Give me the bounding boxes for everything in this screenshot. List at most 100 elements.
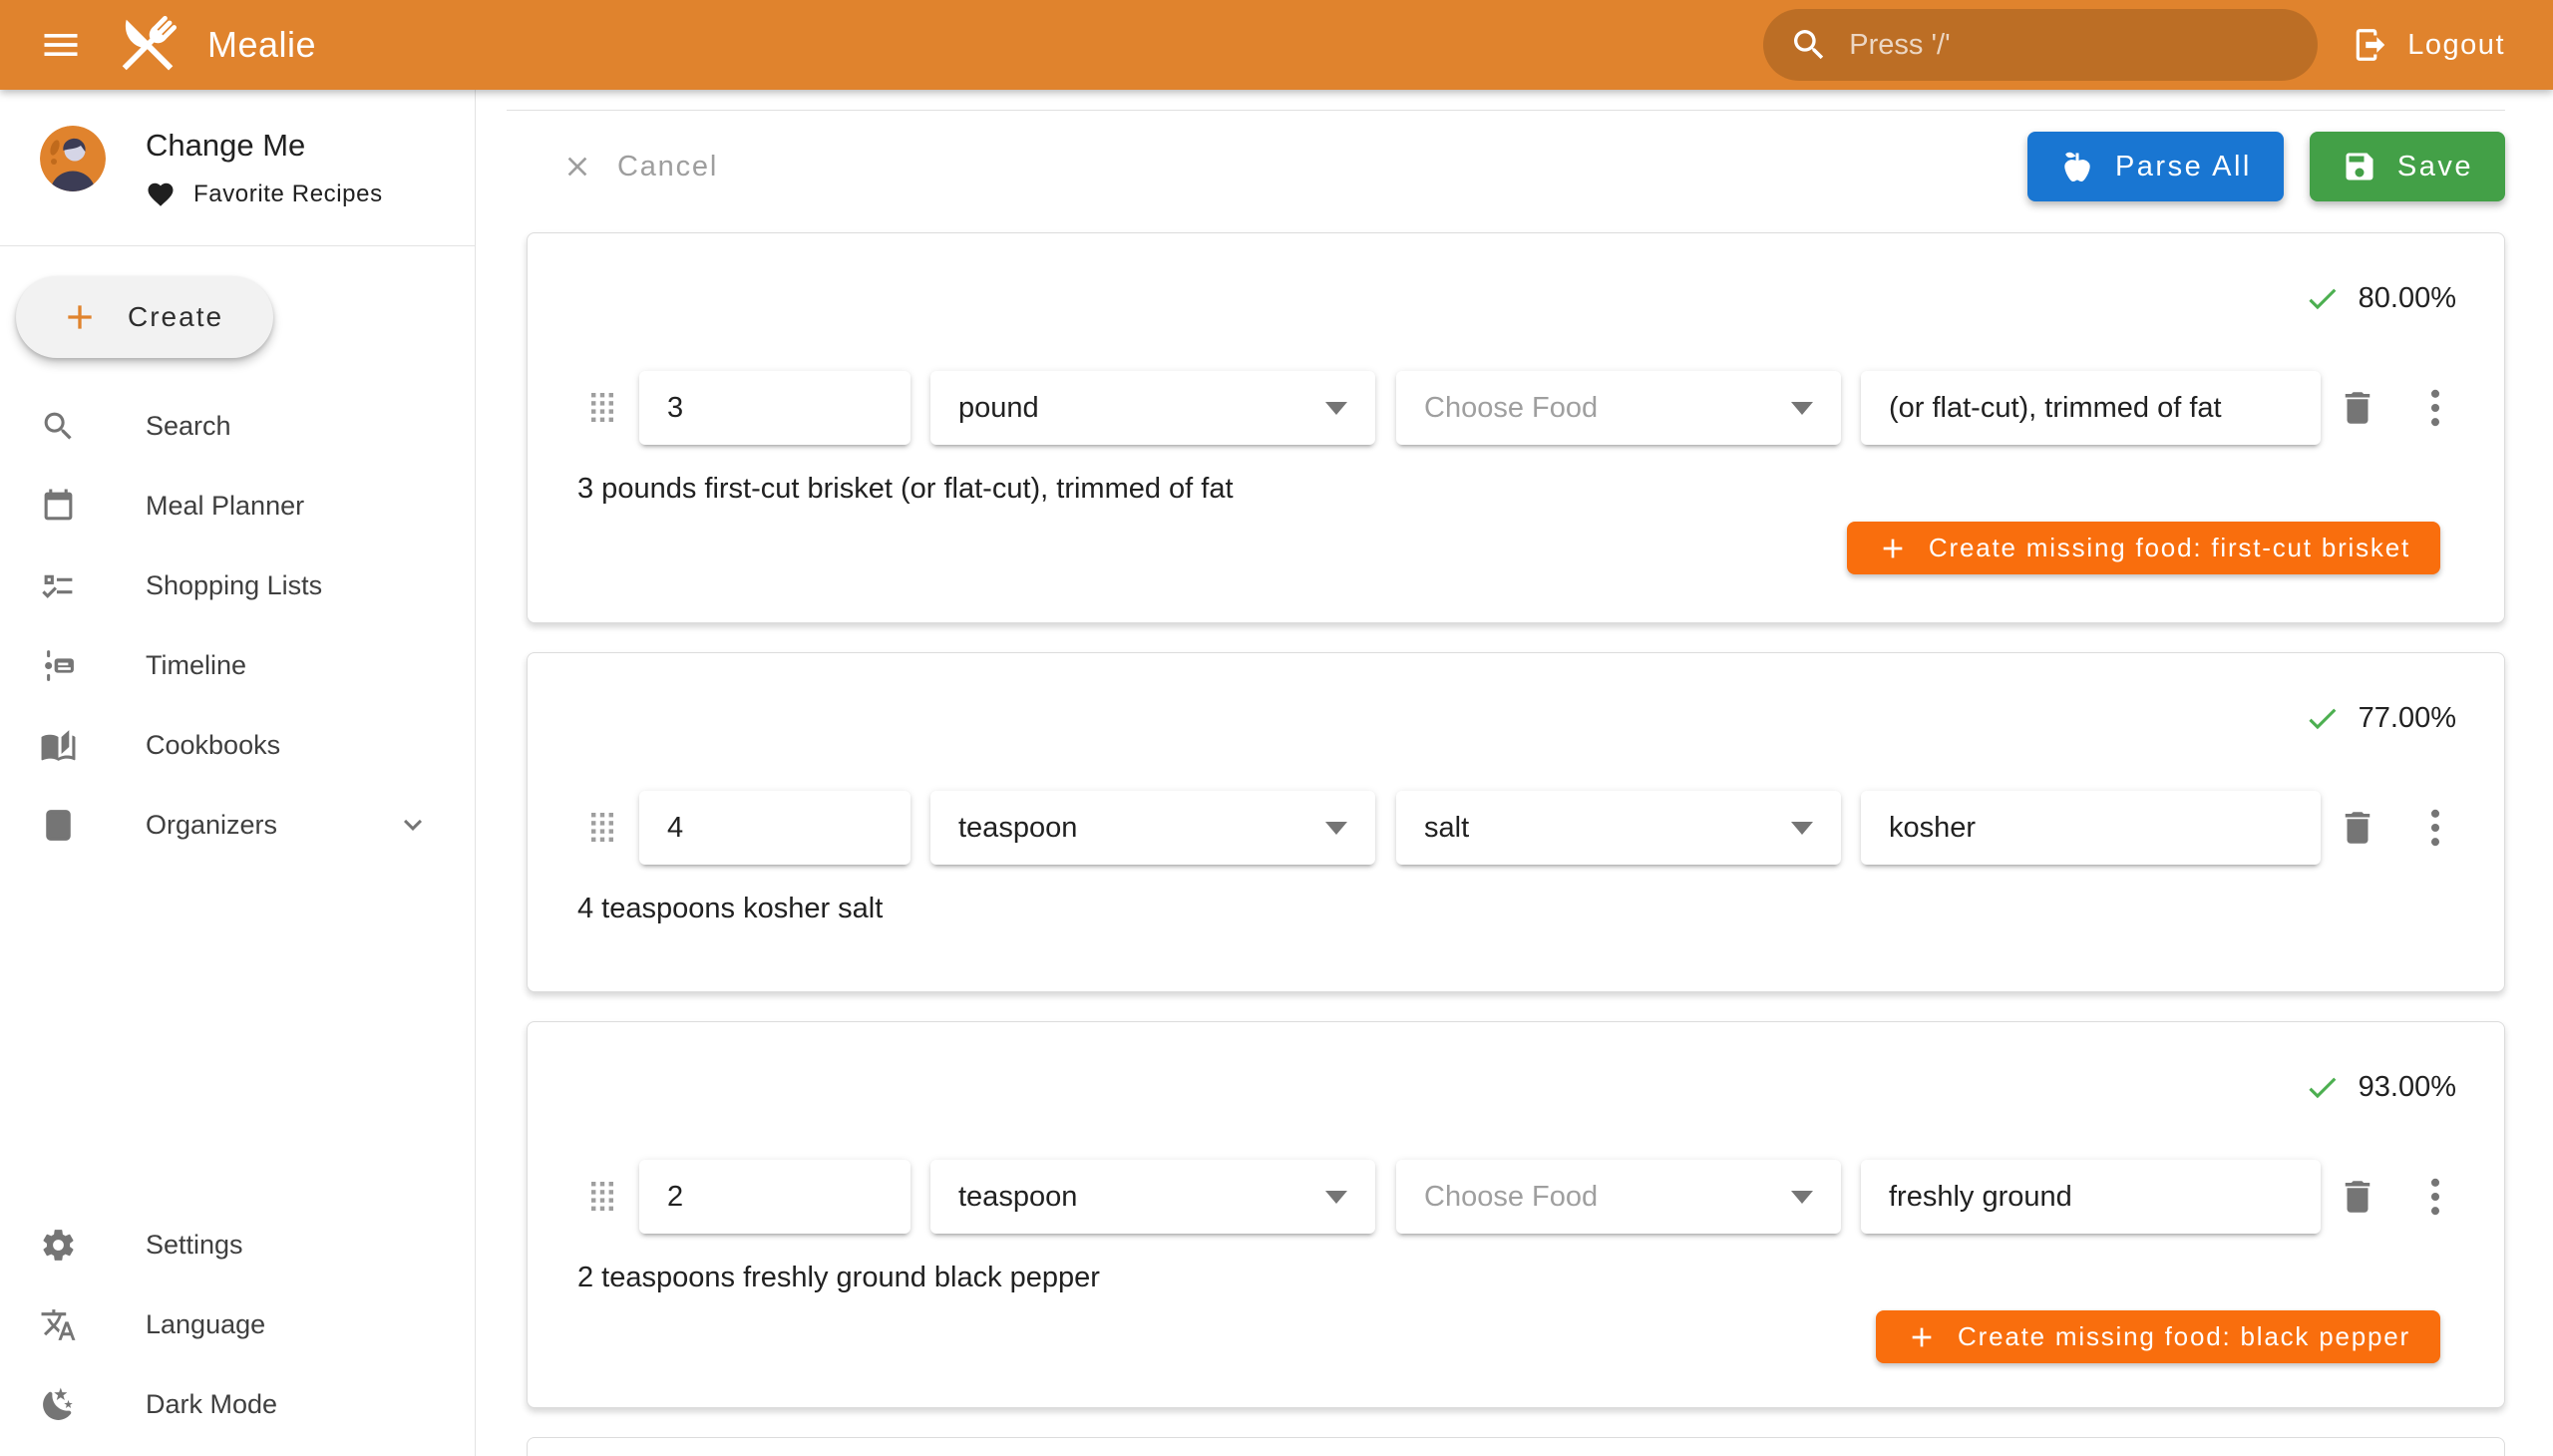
confidence-value: 77.00% xyxy=(2359,702,2456,735)
unit-select[interactable]: pound xyxy=(930,371,1375,445)
create-missing-food-label: Create missing food: black pepper xyxy=(1958,1321,2410,1352)
sidebar-item-cookbooks[interactable]: Cookbooks xyxy=(0,705,475,785)
logout-button[interactable]: Logout xyxy=(2352,26,2505,64)
dropdown-arrow-icon xyxy=(1791,822,1813,835)
sidebar-item-timeline[interactable]: Timeline xyxy=(0,625,475,705)
user-name: Change Me xyxy=(146,128,383,164)
delete-ingredient-button[interactable] xyxy=(2333,380,2382,436)
trash-icon xyxy=(2337,387,2378,429)
quantity-input[interactable] xyxy=(667,812,883,845)
sidebar-item-label: Shopping Lists xyxy=(146,570,322,601)
sidebar-item-label: Search xyxy=(146,411,231,442)
ingredient-fields-row: pound Choose Food xyxy=(528,371,2504,445)
ingredient-menu-button[interactable] xyxy=(2410,1169,2460,1225)
sidebar-item-label: Meal Planner xyxy=(146,491,304,522)
sidebar-item-meal-planner[interactable]: Meal Planner xyxy=(0,466,475,546)
confidence-value: 93.00% xyxy=(2359,1071,2456,1104)
note-input[interactable] xyxy=(1889,392,2293,425)
avatar[interactable] xyxy=(40,126,106,191)
unit-value: pound xyxy=(958,392,1039,425)
ingredient-card: 93.00% teaspoon xyxy=(527,1021,2505,1408)
apple-icon xyxy=(2059,149,2095,184)
quantity-field[interactable] xyxy=(639,371,911,445)
check-icon xyxy=(2304,700,2341,737)
drag-handle[interactable] xyxy=(587,811,617,846)
hamburger-menu-button[interactable] xyxy=(36,20,86,70)
unit-select[interactable]: teaspoon xyxy=(930,1160,1375,1234)
unit-value: teaspoon xyxy=(958,1181,1077,1214)
note-input[interactable] xyxy=(1889,812,2293,845)
food-select[interactable]: salt xyxy=(1396,791,1841,865)
favorite-recipes-link[interactable]: Favorite Recipes xyxy=(146,180,383,209)
note-field[interactable] xyxy=(1861,371,2321,445)
unit-select[interactable]: teaspoon xyxy=(930,791,1375,865)
search-icon xyxy=(1789,25,1829,65)
quantity-field[interactable] xyxy=(639,1160,911,1234)
kebab-icon xyxy=(2412,385,2458,431)
favorite-recipes-label: Favorite Recipes xyxy=(193,181,383,208)
sidebar-item-settings[interactable]: Settings xyxy=(0,1205,475,1284)
food-select[interactable]: Choose Food xyxy=(1396,1160,1841,1234)
note-input[interactable] xyxy=(1889,1181,2293,1214)
ingredient-menu-button[interactable] xyxy=(2410,800,2460,856)
sidebar-bottom-nav: Settings Language Dark Mode xyxy=(0,1205,475,1456)
app-title: Mealie xyxy=(207,24,316,66)
sidebar-item-language[interactable]: Language xyxy=(0,1284,475,1364)
save-button[interactable]: Save xyxy=(2310,132,2505,201)
confidence-row: 80.00% xyxy=(528,279,2504,317)
sidebar-item-label: Language xyxy=(146,1309,265,1340)
plus-icon xyxy=(1877,533,1909,564)
create-button-label: Create xyxy=(128,301,223,333)
create-button[interactable]: Create xyxy=(16,276,273,358)
food-select[interactable]: Choose Food xyxy=(1396,371,1841,445)
header-search[interactable] xyxy=(1763,9,2318,81)
kebab-icon xyxy=(2412,805,2458,851)
sidebar-item-label: Organizers xyxy=(146,810,277,841)
note-field[interactable] xyxy=(1861,791,2321,865)
create-missing-row: Create missing food: black pepper xyxy=(528,1310,2504,1363)
original-ingredient-text: 2 teaspoons freshly ground black pepper xyxy=(577,1262,2504,1294)
dropdown-arrow-icon xyxy=(1325,402,1347,415)
plus-icon xyxy=(60,297,100,337)
sidebar-item-label: Cookbooks xyxy=(146,730,280,761)
cancel-button[interactable]: Cancel xyxy=(561,151,718,183)
sidebar-item-label: Dark Mode xyxy=(146,1389,277,1420)
cancel-label: Cancel xyxy=(617,151,718,183)
parse-all-label: Parse All xyxy=(2115,151,2252,183)
delete-ingredient-button[interactable] xyxy=(2333,800,2382,856)
quantity-input[interactable] xyxy=(667,1181,883,1214)
drag-handle[interactable] xyxy=(587,1180,617,1215)
search-input[interactable] xyxy=(1849,29,2292,62)
sidebar-item-search[interactable]: Search xyxy=(0,386,475,466)
logout-icon xyxy=(2352,26,2389,64)
ingredient-fields-row: teaspoon Choose Food xyxy=(528,1160,2504,1234)
sidebar-nav: Search Meal Planner Shopping Lists xyxy=(0,386,475,865)
delete-ingredient-button[interactable] xyxy=(2333,1169,2382,1225)
sidebar-divider xyxy=(0,245,475,246)
food-placeholder: Choose Food xyxy=(1424,1181,1598,1214)
quantity-field[interactable] xyxy=(639,791,911,865)
mealie-logo-icon xyxy=(110,7,185,83)
save-label: Save xyxy=(2397,151,2473,183)
gear-icon xyxy=(40,1227,77,1264)
note-field[interactable] xyxy=(1861,1160,2321,1234)
sidebar-item-organizers[interactable]: Organizers xyxy=(0,785,475,865)
hamburger-menu-icon xyxy=(39,23,83,67)
sidebar-item-label: Timeline xyxy=(146,650,246,681)
food-placeholder: Choose Food xyxy=(1424,392,1598,425)
quantity-input[interactable] xyxy=(667,392,883,425)
user-info: Change Me Favorite Recipes xyxy=(146,126,383,209)
create-missing-food-button[interactable]: Create missing food: first-cut brisket xyxy=(1847,522,2440,574)
user-profile[interactable]: Change Me Favorite Recipes xyxy=(0,90,475,209)
drag-handle[interactable] xyxy=(587,391,617,426)
timeline-icon xyxy=(40,647,77,684)
ingredient-menu-button[interactable] xyxy=(2410,380,2460,436)
create-missing-food-button[interactable]: Create missing food: black pepper xyxy=(1876,1310,2440,1363)
parse-all-button[interactable]: Parse All xyxy=(2027,132,2284,201)
ingredient-cards: 80.00% pound xyxy=(527,232,2505,1456)
sidebar-item-dark-mode[interactable]: Dark Mode xyxy=(0,1364,475,1444)
app-header: Mealie Logout xyxy=(0,0,2553,90)
ingredient-card: 77.00% teaspoon xyxy=(527,652,2505,992)
original-ingredient-text: 4 teaspoons kosher salt xyxy=(577,893,2504,925)
sidebar-item-shopping-lists[interactable]: Shopping Lists xyxy=(0,546,475,625)
